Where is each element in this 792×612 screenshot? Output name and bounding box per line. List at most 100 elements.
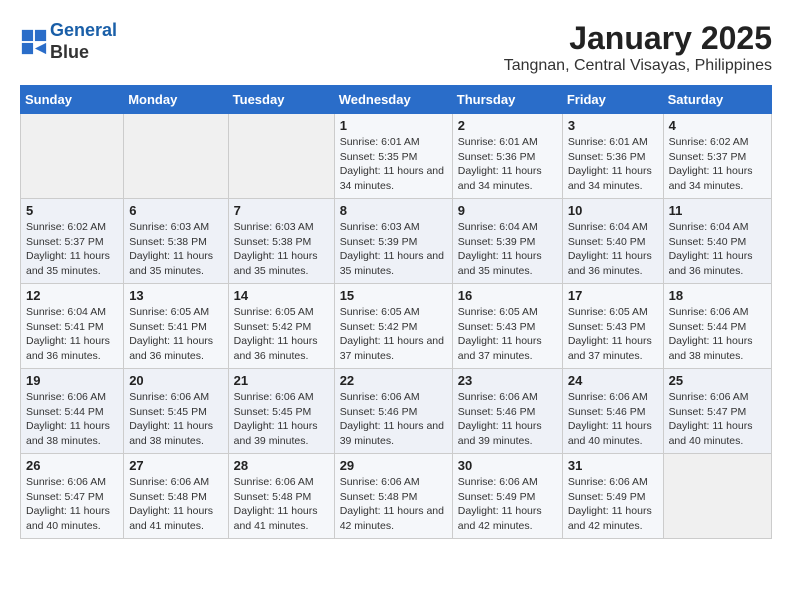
- calendar-cell: 11Sunrise: 6:04 AMSunset: 5:40 PMDayligh…: [663, 199, 771, 284]
- calendar-cell: 26 Sunrise: 6:06 AMSunset: 5:47 PMDayligh…: [21, 454, 124, 539]
- calendar-cell: [124, 114, 228, 199]
- day-number: 3: [568, 118, 658, 133]
- week-row-4: 19 Sunrise: 6:06 AMSunset: 5:44 PMDayligh…: [21, 369, 772, 454]
- weekday-header-sunday: Sunday: [21, 86, 124, 114]
- day-number: 10: [568, 203, 658, 218]
- logo: General Blue: [20, 20, 117, 63]
- day-detail: Sunrise: 6:06 AMSunset: 5:49 PMDaylight:…: [568, 475, 658, 534]
- calendar-cell: 25Sunrise: 6:06 AMSunset: 5:47 PMDayligh…: [663, 369, 771, 454]
- day-number: 26: [26, 458, 118, 473]
- day-detail: Sunrise: 6:06 AMSunset: 5:46 PMDaylight:…: [458, 390, 557, 449]
- day-number: 21: [234, 373, 329, 388]
- calendar-cell: 4Sunrise: 6:02 AMSunset: 5:37 PMDaylight…: [663, 114, 771, 199]
- day-number: 14: [234, 288, 329, 303]
- day-number: 22: [340, 373, 447, 388]
- calendar-cell: 22Sunrise: 6:06 AMSunset: 5:46 PMDayligh…: [334, 369, 452, 454]
- logo-icon: [20, 28, 48, 56]
- day-number: 20: [129, 373, 222, 388]
- day-detail: Sunrise: 6:04 AMSunset: 5:39 PMDaylight:…: [458, 220, 557, 279]
- calendar-cell: 10Sunrise: 6:04 AMSunset: 5:40 PMDayligh…: [562, 199, 663, 284]
- day-detail: Sunrise: 6:06 AMSunset: 5:49 PMDaylight:…: [458, 475, 557, 534]
- calendar-cell: 13 Sunrise: 6:05 AMSunset: 5:41 PMDayligh…: [124, 284, 228, 369]
- weekday-header-thursday: Thursday: [452, 86, 562, 114]
- calendar-cell: 3 Sunrise: 6:01 AMSunset: 5:36 PMDaylight…: [562, 114, 663, 199]
- day-detail: Sunrise: 6:06 AMSunset: 5:44 PMDaylight:…: [26, 390, 118, 449]
- day-number: 30: [458, 458, 557, 473]
- day-detail: Sunrise: 6:04 AMSunset: 5:41 PMDaylight:…: [26, 305, 118, 364]
- calendar-cell: 29Sunrise: 6:06 AMSunset: 5:48 PMDayligh…: [334, 454, 452, 539]
- day-number: 2: [458, 118, 557, 133]
- week-row-2: 5 Sunrise: 6:02 AMSunset: 5:37 PMDaylight…: [21, 199, 772, 284]
- logo-line2: Blue: [50, 42, 117, 64]
- day-number: 9: [458, 203, 557, 218]
- logo-line1: General: [50, 20, 117, 40]
- day-detail: Sunrise: 6:06 AMSunset: 5:48 PMDaylight:…: [129, 475, 222, 534]
- day-detail: Sunrise: 6:03 AMSunset: 5:39 PMDaylight:…: [340, 220, 447, 279]
- day-number: 1: [340, 118, 447, 133]
- calendar-cell: 9 Sunrise: 6:04 AMSunset: 5:39 PMDaylight…: [452, 199, 562, 284]
- day-number: 27: [129, 458, 222, 473]
- calendar-header: SundayMondayTuesdayWednesdayThursdayFrid…: [21, 86, 772, 114]
- day-number: 18: [669, 288, 766, 303]
- day-number: 29: [340, 458, 447, 473]
- calendar-cell: 15 Sunrise: 6:05 AMSunset: 5:42 PMDayligh…: [334, 284, 452, 369]
- location-title: Tangnan, Central Visayas, Philippines: [504, 57, 772, 75]
- calendar-cell: 1 Sunrise: 6:01 AMSunset: 5:35 PMDaylight…: [334, 114, 452, 199]
- day-number: 5: [26, 203, 118, 218]
- page-header: General Blue January 2025 Tangnan, Centr…: [20, 20, 772, 75]
- calendar-cell: 30 Sunrise: 6:06 AMSunset: 5:49 PMDayligh…: [452, 454, 562, 539]
- calendar-cell: 18Sunrise: 6:06 AMSunset: 5:44 PMDayligh…: [663, 284, 771, 369]
- calendar-cell: 17Sunrise: 6:05 AMSunset: 5:43 PMDayligh…: [562, 284, 663, 369]
- calendar-body: 1 Sunrise: 6:01 AMSunset: 5:35 PMDaylight…: [21, 114, 772, 539]
- calendar-cell: 19 Sunrise: 6:06 AMSunset: 5:44 PMDayligh…: [21, 369, 124, 454]
- day-detail: Sunrise: 6:05 AMSunset: 5:41 PMDaylight:…: [129, 305, 222, 364]
- day-number: 7: [234, 203, 329, 218]
- day-detail: Sunrise: 6:01 AMSunset: 5:36 PMDaylight:…: [568, 135, 658, 194]
- calendar-cell: 8Sunrise: 6:03 AMSunset: 5:39 PMDaylight…: [334, 199, 452, 284]
- day-number: 6: [129, 203, 222, 218]
- day-detail: Sunrise: 6:05 AMSunset: 5:42 PMDaylight:…: [340, 305, 447, 364]
- calendar-cell: 12Sunrise: 6:04 AMSunset: 5:41 PMDayligh…: [21, 284, 124, 369]
- day-number: 24: [568, 373, 658, 388]
- day-number: 19: [26, 373, 118, 388]
- day-detail: Sunrise: 6:05 AMSunset: 5:43 PMDaylight:…: [458, 305, 557, 364]
- day-detail: Sunrise: 6:03 AMSunset: 5:38 PMDaylight:…: [234, 220, 329, 279]
- calendar-cell: 20 Sunrise: 6:06 AMSunset: 5:45 PMDayligh…: [124, 369, 228, 454]
- calendar-cell: 23Sunrise: 6:06 AMSunset: 5:46 PMDayligh…: [452, 369, 562, 454]
- day-detail: Sunrise: 6:06 AMSunset: 5:47 PMDaylight:…: [26, 475, 118, 534]
- calendar-cell: [21, 114, 124, 199]
- day-number: 15: [340, 288, 447, 303]
- calendar-cell: 6 Sunrise: 6:03 AMSunset: 5:38 PMDaylight…: [124, 199, 228, 284]
- calendar-table: SundayMondayTuesdayWednesdayThursdayFrid…: [20, 85, 772, 539]
- calendar-cell: [228, 114, 334, 199]
- calendar-cell: 27 Sunrise: 6:06 AMSunset: 5:48 PMDayligh…: [124, 454, 228, 539]
- day-number: 4: [669, 118, 766, 133]
- calendar-cell: 24 Sunrise: 6:06 AMSunset: 5:46 PMDayligh…: [562, 369, 663, 454]
- title-block: January 2025 Tangnan, Central Visayas, P…: [504, 20, 772, 75]
- calendar-cell: 7 Sunrise: 6:03 AMSunset: 5:38 PMDaylight…: [228, 199, 334, 284]
- calendar-cell: [663, 454, 771, 539]
- day-number: 28: [234, 458, 329, 473]
- day-detail: Sunrise: 6:06 AMSunset: 5:45 PMDaylight:…: [129, 390, 222, 449]
- day-number: 31: [568, 458, 658, 473]
- weekday-header-monday: Monday: [124, 86, 228, 114]
- day-detail: Sunrise: 6:04 AMSunset: 5:40 PMDaylight:…: [669, 220, 766, 279]
- week-row-5: 26 Sunrise: 6:06 AMSunset: 5:47 PMDayligh…: [21, 454, 772, 539]
- calendar-cell: 5 Sunrise: 6:02 AMSunset: 5:37 PMDaylight…: [21, 199, 124, 284]
- day-detail: Sunrise: 6:06 AMSunset: 5:46 PMDaylight:…: [568, 390, 658, 449]
- weekday-header-friday: Friday: [562, 86, 663, 114]
- calendar-cell: 16Sunrise: 6:05 AMSunset: 5:43 PMDayligh…: [452, 284, 562, 369]
- day-detail: Sunrise: 6:02 AMSunset: 5:37 PMDaylight:…: [26, 220, 118, 279]
- day-detail: Sunrise: 6:01 AMSunset: 5:35 PMDaylight:…: [340, 135, 447, 194]
- day-number: 25: [669, 373, 766, 388]
- calendar-cell: 21Sunrise: 6:06 AMSunset: 5:45 PMDayligh…: [228, 369, 334, 454]
- day-detail: Sunrise: 6:03 AMSunset: 5:38 PMDaylight:…: [129, 220, 222, 279]
- calendar-cell: 28Sunrise: 6:06 AMSunset: 5:48 PMDayligh…: [228, 454, 334, 539]
- weekday-header-saturday: Saturday: [663, 86, 771, 114]
- weekday-header-wednesday: Wednesday: [334, 86, 452, 114]
- day-detail: Sunrise: 6:05 AMSunset: 5:42 PMDaylight:…: [234, 305, 329, 364]
- day-number: 13: [129, 288, 222, 303]
- week-row-3: 12Sunrise: 6:04 AMSunset: 5:41 PMDayligh…: [21, 284, 772, 369]
- month-title: January 2025: [504, 20, 772, 57]
- calendar-cell: 31 Sunrise: 6:06 AMSunset: 5:49 PMDayligh…: [562, 454, 663, 539]
